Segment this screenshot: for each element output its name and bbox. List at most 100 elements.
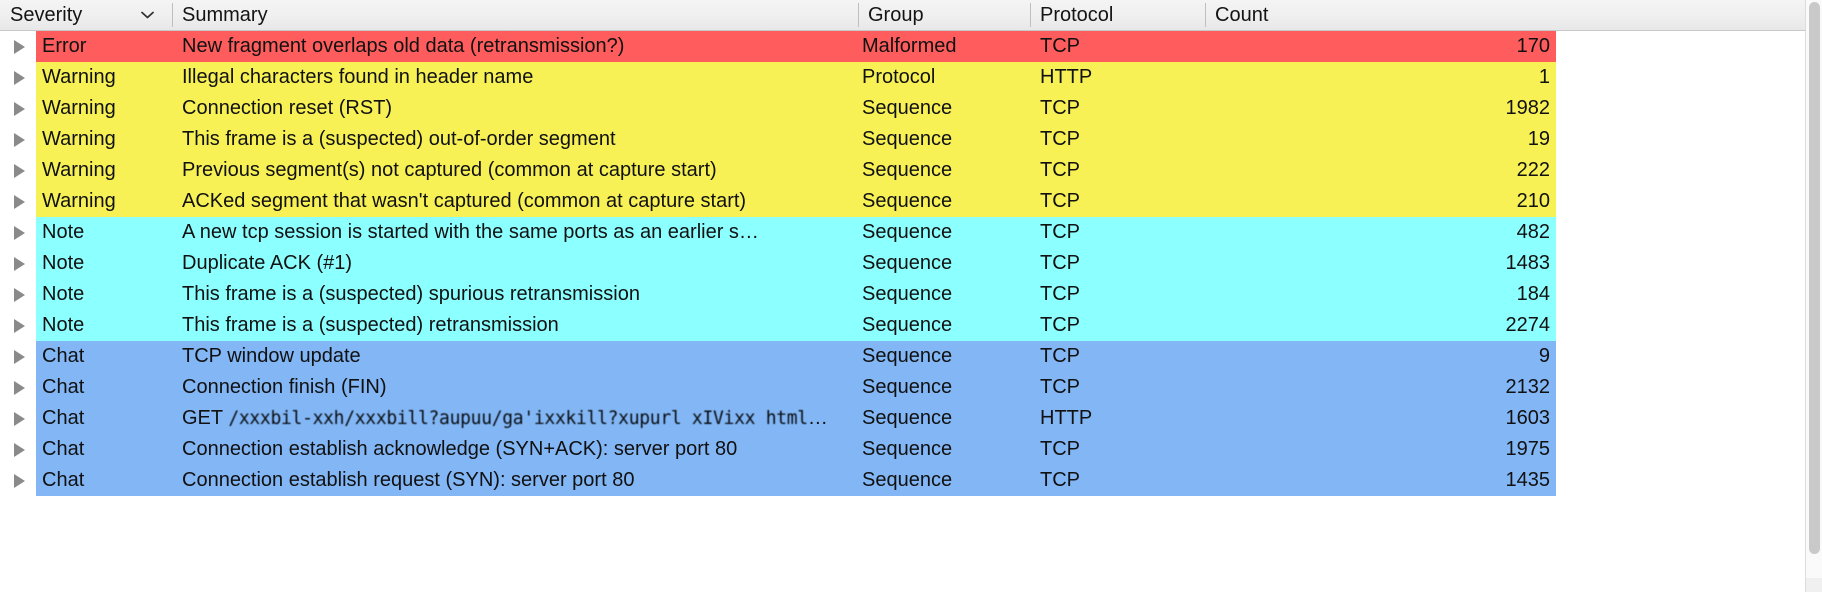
cell-group: Sequence [862,252,953,274]
cell-protocol: TCP [1040,345,1080,367]
column-header-count-label: Count [1215,4,1269,26]
collapsed-triangle-icon[interactable] [14,164,25,178]
table-row[interactable]: Chat TCP window update Sequence TCP 9 [0,341,1822,372]
cell-protocol: TCP [1040,221,1080,243]
collapsed-triangle-icon[interactable] [14,102,25,116]
cell-group: Sequence [862,345,953,367]
cell-count: 2274 [1505,314,1551,336]
cell-protocol: TCP [1040,35,1080,57]
cell-summary: Connection establish acknowledge (SYN+AC… [182,438,738,460]
collapsed-triangle-icon[interactable] [14,226,25,240]
cell-group: Protocol [862,66,936,88]
collapsed-triangle-icon[interactable] [14,71,25,85]
table-row[interactable]: Note This frame is a (suspected) retransm… [0,310,1822,341]
cell-group: Sequence [862,314,953,336]
expert-info-table-body: Error New fragment overlaps old data (ret… [0,31,1822,592]
cell-protocol: TCP [1040,283,1080,305]
cell-severity: Note [42,314,85,336]
cell-group: Sequence [862,283,953,305]
summary-ellipsis: … [807,407,828,429]
column-header-severity-label: Severity [10,4,83,26]
collapsed-triangle-icon[interactable] [14,257,25,271]
cell-severity: Warning [42,190,116,212]
scrollbar-corner [1805,578,1822,592]
cell-protocol: TCP [1040,252,1080,274]
collapsed-triangle-icon[interactable] [14,133,25,147]
column-header-summary[interactable]: Summary [172,0,858,30]
column-header-group-label: Group [868,4,924,26]
table-row[interactable]: Warning Illegal characters found in heade… [0,62,1822,93]
table-row[interactable]: Warning This frame is a (suspected) out-o… [0,124,1822,155]
cell-count: 210 [1516,190,1550,212]
cell-protocol: TCP [1040,376,1080,398]
cell-group: Sequence [862,376,953,398]
column-header-protocol[interactable]: Protocol [1030,0,1205,30]
table-row[interactable]: Note This frame is a (suspected) spurious… [0,279,1822,310]
table-row[interactable]: Error New fragment overlaps old data (ret… [0,31,1822,62]
cell-protocol: TCP [1040,314,1080,336]
table-row[interactable]: Warning Connection reset (RST) Sequence TCP… [0,93,1822,124]
cell-severity: Chat [42,376,85,398]
cell-protocol: TCP [1040,469,1080,491]
column-header-group[interactable]: Group [858,0,1030,30]
table-row[interactable]: Chat Connection establish request (SYN): … [0,465,1822,496]
cell-group: Sequence [862,159,953,181]
table-row[interactable]: Warning ACKed segment that wasn't capture… [0,186,1822,217]
cell-summary: Duplicate ACK (#1) [182,252,353,274]
table-row[interactable]: Note A new tcp session is started with th… [0,217,1822,248]
cell-protocol: HTTP [1040,407,1093,429]
cell-count: 1 [1538,66,1550,88]
column-header-protocol-label: Protocol [1040,4,1114,26]
summary-prefix: GET [182,407,229,429]
vertical-scrollbar-thumb[interactable] [1809,2,1820,554]
collapsed-triangle-icon[interactable] [14,319,25,333]
cell-group: Sequence [862,469,953,491]
cell-summary: Previous segment(s) not captured (common… [182,159,717,181]
table-row[interactable]: Chat Connection finish (FIN) Sequence TCP 21… [0,372,1822,403]
cell-summary: A new tcp session is started with the sa… [182,221,759,243]
collapsed-triangle-icon[interactable] [14,412,25,426]
collapsed-triangle-icon[interactable] [14,381,25,395]
redacted-url-text: /xxxbil-xxh/xxxbill?aupuu/ga'ixxkill?xup… [228,407,808,430]
collapsed-triangle-icon[interactable] [14,195,25,209]
table-row[interactable]: Note Duplicate ACK (#1) Sequence TCP 1483 [0,248,1822,279]
vertical-scrollbar[interactable] [1805,0,1822,578]
table-row[interactable]: Warning Previous segment(s) not captured … [0,155,1822,186]
cell-severity: Warning [42,66,116,88]
cell-group: Sequence [862,128,953,150]
collapsed-triangle-icon[interactable] [14,350,25,364]
column-header-summary-label: Summary [182,4,268,26]
column-header-count[interactable]: Count [1205,0,1805,30]
cell-group: Malformed [862,35,957,57]
cell-protocol: TCP [1040,159,1080,181]
table-row[interactable]: Chat Connection establish acknowledge (SY… [0,434,1822,465]
cell-severity: Note [42,252,85,274]
expert-information-window: Severity Summary Group Protocol Count Er… [0,0,1822,592]
cell-count: 2132 [1505,376,1551,398]
cell-summary: TCP window update [182,345,361,367]
cell-count: 9 [1538,345,1550,367]
cell-count: 1483 [1505,252,1551,274]
cell-summary: Connection establish request (SYN): serv… [182,469,635,491]
cell-count: 482 [1516,221,1550,243]
cell-count: 1435 [1505,469,1551,491]
chevron-down-icon[interactable] [140,0,154,30]
cell-protocol: TCP [1040,97,1080,119]
cell-count: 1603 [1505,407,1551,429]
cell-protocol: TCP [1040,190,1080,212]
cell-summary: GET /xxxbil-xxh/xxxbill?aupuu/ga'ixxkill… [182,403,858,434]
cell-count: 170 [1516,35,1550,57]
collapsed-triangle-icon[interactable] [14,288,25,302]
cell-protocol: HTTP [1040,66,1093,88]
collapsed-triangle-icon[interactable] [14,474,25,488]
cell-count: 184 [1516,283,1550,305]
cell-summary: This frame is a (suspected) spurious ret… [182,283,640,305]
cell-severity: Warning [42,97,116,119]
cell-group: Sequence [862,407,953,429]
table-row[interactable]: Chat GET /xxxbil-xxh/xxxbill?aupuu/ga'ixx… [0,403,1822,434]
cell-summary: ACKed segment that wasn't captured (comm… [182,190,747,212]
cell-severity: Chat [42,438,85,460]
collapsed-triangle-icon[interactable] [14,40,25,54]
column-header-severity[interactable]: Severity [0,0,172,30]
collapsed-triangle-icon[interactable] [14,443,25,457]
